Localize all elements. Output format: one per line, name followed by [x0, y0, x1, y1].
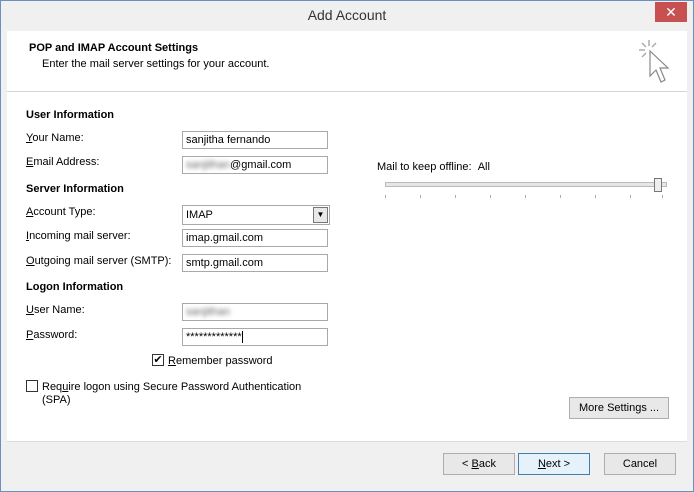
offline-label: Mail to keep offline: All	[377, 161, 490, 173]
window-title: Add Account	[307, 7, 387, 23]
incoming-server-input[interactable]: imap.gmail.com	[182, 229, 328, 247]
email-redacted: sanjithan	[186, 159, 231, 171]
outgoing-server-input[interactable]: smtp.gmail.com	[182, 254, 328, 272]
slider-tick	[385, 195, 386, 198]
add-account-window: Add Account ✕ POP and IMAP Account Setti…	[0, 0, 694, 492]
title-bar[interactable]: Add Account ✕	[1, 1, 693, 31]
offline-slider-thumb[interactable]	[654, 178, 662, 192]
user-name-redacted: sanjithan	[186, 306, 231, 318]
slider-tick	[560, 195, 561, 198]
cancel-button[interactable]: Cancel	[604, 453, 676, 475]
user-name-input[interactable]: sanjithan	[182, 303, 328, 321]
offline-slider-ticks	[385, 195, 663, 199]
chevron-down-icon[interactable]: ▼	[313, 207, 328, 223]
footer-divider	[7, 441, 687, 442]
remember-password-label[interactable]: Remember password	[168, 355, 273, 367]
slider-tick	[662, 195, 663, 198]
back-button[interactable]: < Back	[443, 453, 515, 475]
user-name-label: User Name:	[26, 304, 85, 316]
your-name-label: Your Name:	[26, 132, 84, 144]
slider-tick	[420, 195, 421, 198]
require-spa-checkbox[interactable]	[26, 380, 38, 392]
user-information-heading: User Information	[26, 109, 115, 121]
password-label: Password:	[26, 329, 78, 341]
page-title: POP and IMAP Account Settings	[29, 42, 199, 54]
text-caret	[241, 331, 243, 344]
slider-tick	[595, 195, 596, 198]
email-address-label: Email Address:	[26, 156, 100, 168]
offline-slider-track[interactable]	[385, 182, 667, 187]
page-subtitle: Enter the mail server settings for your …	[42, 58, 270, 70]
email-address-input[interactable]: sanjithan@gmail.com	[182, 156, 328, 174]
require-spa-label[interactable]: Require logon using Secure Password Auth…	[42, 381, 301, 407]
offline-value: All	[477, 161, 490, 173]
slider-tick	[630, 195, 631, 198]
slider-tick	[455, 195, 456, 198]
more-settings-button[interactable]: More Settings ...	[569, 397, 669, 419]
password-input[interactable]: *************	[182, 328, 328, 346]
outgoing-server-label: Outgoing mail server (SMTP):	[26, 255, 172, 267]
slider-tick	[490, 195, 491, 198]
server-information-heading: Server Information	[26, 183, 124, 195]
close-button[interactable]: ✕	[655, 2, 687, 22]
form-area: User Information Your Name: sanjitha fer…	[7, 92, 687, 441]
wizard-cursor-icon	[639, 40, 670, 83]
next-button[interactable]: Next >	[518, 453, 590, 475]
remember-password-checkbox[interactable]: ✔	[152, 354, 164, 366]
slider-tick	[525, 195, 526, 198]
your-name-input[interactable]: sanjitha fernando	[182, 131, 328, 149]
account-type-select[interactable]: IMAP ▼	[182, 205, 330, 225]
logon-information-heading: Logon Information	[26, 281, 124, 293]
incoming-server-label: Incoming mail server:	[26, 230, 131, 242]
account-type-label: Account Type:	[26, 206, 96, 218]
header-panel: POP and IMAP Account Settings Enter the …	[7, 31, 687, 92]
